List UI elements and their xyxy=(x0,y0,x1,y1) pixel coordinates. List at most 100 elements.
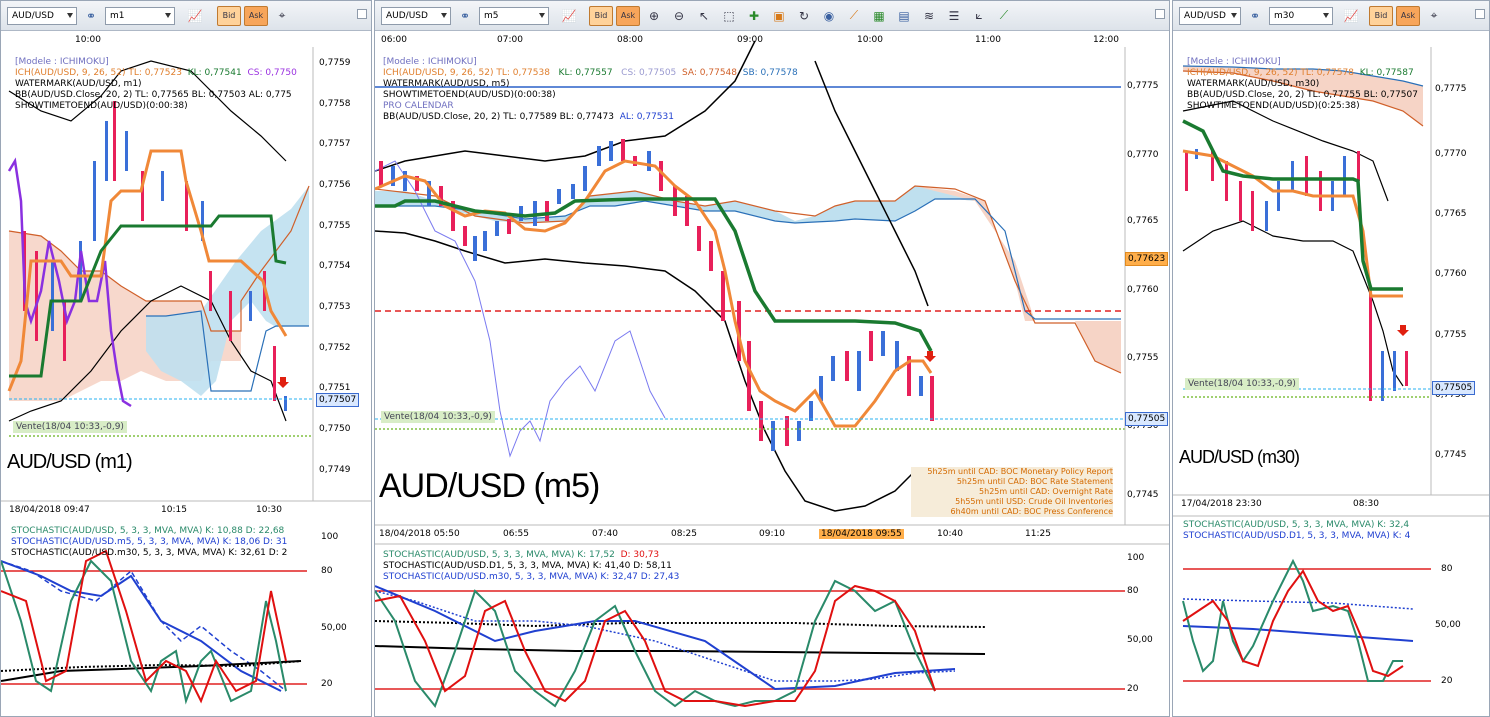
legend-ichimoku: ICH(AUD/USD, 9, 26, 52) TL: 0,77523 KL: … xyxy=(15,68,297,78)
stoch-level: 50,00 xyxy=(1127,635,1153,645)
calendar-events: 5h25m until CAD: BOC Monetary Policy Rep… xyxy=(911,467,1113,517)
date-label: 08:30 xyxy=(1353,499,1379,509)
price-label: 0,7749 xyxy=(319,465,351,475)
event-item: 5h25m until CAD: BOC Rate Statement xyxy=(956,477,1113,486)
date-label: 07:40 xyxy=(592,529,618,539)
legend-bb: BB(AUD/USD.Close, 20, 2) TL: 0,77565 BL:… xyxy=(15,90,292,100)
stoch-legend-3: STOCHASTIC(AUD/USD.m30, 5, 3, 3, MVA, MV… xyxy=(11,548,288,558)
price-label: 0,7755 xyxy=(319,221,351,231)
price-label: 0,7765 xyxy=(1435,209,1467,219)
price-label: 0,7745 xyxy=(1127,490,1159,500)
stoch-level: 100 xyxy=(321,532,339,542)
date-label: 06:55 xyxy=(503,529,529,539)
stoch-level: 50,00 xyxy=(321,623,347,633)
price-label: 0,7760 xyxy=(1127,285,1159,295)
stochastic-legend: STOCHASTIC(AUD/USD, 5, 3, 3, MVA, MVA) K… xyxy=(1183,520,1410,542)
date-cursor-label: 18/04/2018 09:55 xyxy=(819,529,904,539)
stoch-level: 80 xyxy=(1441,564,1453,574)
symbol-watermark: AUD/USD (m30) xyxy=(1179,447,1300,467)
legend-bb: BB(AUD/USD.Close, 20, 2) TL: 0,77589 BL:… xyxy=(383,112,674,122)
price-label: 0,7756 xyxy=(319,180,351,190)
date-label: 11:25 xyxy=(1025,529,1051,539)
price-label: 0,7745 xyxy=(1435,450,1467,460)
price-label: 0,7760 xyxy=(1435,269,1467,279)
date-label: 18/04/2018 09:47 xyxy=(9,505,90,515)
indicator-legend: [Modele : ICHIMOKU] ICH(AUD/USD, 9, 26, … xyxy=(1187,57,1418,112)
price-label: 0,7770 xyxy=(1127,150,1159,160)
stoch-level: 20 xyxy=(1127,684,1139,694)
stoch-level: 50,00 xyxy=(1435,620,1461,630)
price-label: 0,7775 xyxy=(1435,84,1467,94)
highlight-price-badge: 0,77623 xyxy=(1125,252,1169,266)
legend-timetoend: SHOWTIMETOEND(AUD/USD)(0:25:38) xyxy=(1187,101,1360,111)
date-label: 18/04/2018 05:50 xyxy=(379,529,460,539)
stochastic-m5 xyxy=(375,579,1125,709)
candles-m5 xyxy=(379,139,934,451)
price-label: 0,7759 xyxy=(319,58,351,68)
legend-timetoend: SHOWTIMETOEND(AUD/USD)(0:00:38) xyxy=(383,90,556,100)
stoch-legend-1: STOCHASTIC(AUD/USD, 5, 3, 3, MVA, MVA) K… xyxy=(383,550,660,560)
stoch-legend-2: STOCHASTIC(AUD/USD.D1, 5, 3, 3, MVA, MVA… xyxy=(383,561,672,571)
legend-watermark: WATERMARK(AUD/USD, m5) xyxy=(383,79,510,89)
candles-m30 xyxy=(1185,149,1408,401)
stoch-legend-1: STOCHASTIC(AUD/USD, 5, 3, 3, MVA, MVA) K… xyxy=(1183,520,1410,530)
legend-watermark: WATERMARK(AUD/USD, m30) xyxy=(1187,79,1320,89)
legend-ichimoku: ICH(AUD/USD, 9, 26, 52) TL: 0,77578 KL: … xyxy=(1187,68,1414,78)
vente-label: Vente(18/04 10:33,-0,9) xyxy=(381,411,495,423)
current-price-badge: 0,77505 xyxy=(1432,381,1476,395)
stoch-legend-3: STOCHASTIC(AUD/USD.m30, 5, 3, 3, MVA, MV… xyxy=(383,572,680,582)
price-label: 0,7770 xyxy=(1435,149,1467,159)
stochastic-m1 xyxy=(1,549,307,705)
indicator-legend: [Modele : ICHIMOKU] ICH(AUD/USD, 9, 26, … xyxy=(383,57,798,123)
date-label: 09:10 xyxy=(759,529,785,539)
price-label: 0,7751 xyxy=(319,383,351,393)
event-item: 5h25m until CAD: Overnight Rate xyxy=(979,487,1113,496)
stoch-level: 80 xyxy=(321,566,333,576)
symbol-watermark: AUD/USD (m1) xyxy=(7,451,133,473)
stoch-level: 100 xyxy=(1127,553,1145,563)
price-label: 0,7765 xyxy=(1127,216,1159,226)
stoch-legend-2: STOCHASTIC(AUD/USD.m5, 5, 3, 3, MVA, MVA… xyxy=(11,537,288,547)
date-label: 10:40 xyxy=(937,529,963,539)
current-price-badge: 0,77505 xyxy=(1125,412,1169,426)
price-label: 0,7755 xyxy=(1127,353,1159,363)
event-item: 5h25m until CAD: BOC Monetary Policy Rep… xyxy=(927,467,1113,476)
indicator-legend: [Modele : ICHIMOKU] ICH(AUD/USD, 9, 26, … xyxy=(15,57,297,112)
legend-bb: BB(AUD/USD.Close, 20, 2) TL: 0,77755 BL:… xyxy=(1187,90,1418,100)
stochastic-legend: STOCHASTIC(AUD/USD, 5, 3, 3, MVA, MVA) K… xyxy=(383,550,679,583)
event-item: 5h55m until USD: Crude Oil Inventories xyxy=(955,497,1113,506)
kijun-line xyxy=(1182,119,1403,291)
legend-timetoend: SHOWTIMETOEND(AUD/USD)(0:00:38) xyxy=(15,101,188,111)
vente-label: Vente(18/04 10:33,-0,9) xyxy=(13,421,127,433)
price-label: 0,7750 xyxy=(319,424,351,434)
price-label: 0,7752 xyxy=(319,343,351,353)
price-label: 0,7775 xyxy=(1127,81,1159,91)
stoch-legend-2: STOCHASTIC(AUD/USD.D1, 5, 3, 3, MVA, MVA… xyxy=(1183,531,1411,541)
price-label: 0,7757 xyxy=(319,139,351,149)
date-label: 10:30 xyxy=(256,505,282,515)
arrow-down-icon xyxy=(1397,325,1409,336)
current-price-badge: 0,77507 xyxy=(316,393,360,407)
price-label: 0,7758 xyxy=(319,99,351,109)
price-label: 0,7754 xyxy=(319,261,351,271)
price-label: 0,7755 xyxy=(1435,330,1467,340)
chart-panel-m5: AUD/USD ⚭ m5 📈 Bid Ask ⊕ ⊖ ↖ ⬚ ✚ ▣ ↻ ◉ ⟋… xyxy=(374,0,1170,717)
legend-model: [Modele : ICHIMOKU] xyxy=(383,57,477,67)
date-label: 17/04/2018 23:30 xyxy=(1181,499,1262,509)
kijun-line xyxy=(375,197,933,352)
stochastic-m30 xyxy=(1182,558,1431,682)
stoch-level: 20 xyxy=(1441,676,1453,686)
chart-panel-m1: AUD/USD ⚭ m1 📈 Bid Ask ⌖ 10:00 [Modele:… xyxy=(0,0,372,717)
vente-label: Vente(18/04 10:33,-0,9) xyxy=(1185,378,1299,390)
legend-ichimoku: ICH(AUD/USD, 9, 26, 52) TL: 0,77538 KL: … xyxy=(383,68,798,78)
stoch-legend-1: STOCHASTIC(AUD/USD, 5, 3, 3, MVA, MVA) K… xyxy=(11,526,285,536)
legend-model: [Modele : ICHIMOKU] xyxy=(15,57,109,67)
date-label: 10:15 xyxy=(161,505,187,515)
arrow-down-icon xyxy=(924,351,936,362)
legend-calendar: PRO CALENDAR xyxy=(383,101,454,111)
price-label: 0,7753 xyxy=(319,302,351,312)
event-item: 6h40m until CAD: BOC Press Conference xyxy=(950,507,1113,516)
stoch-level: 20 xyxy=(321,679,333,689)
chart-panel-m30: AUD/USD ⚭ m30 📈 Bid Ask ⌖ [Modele: ICHI… xyxy=(1172,0,1490,717)
date-label: 08:25 xyxy=(671,529,697,539)
